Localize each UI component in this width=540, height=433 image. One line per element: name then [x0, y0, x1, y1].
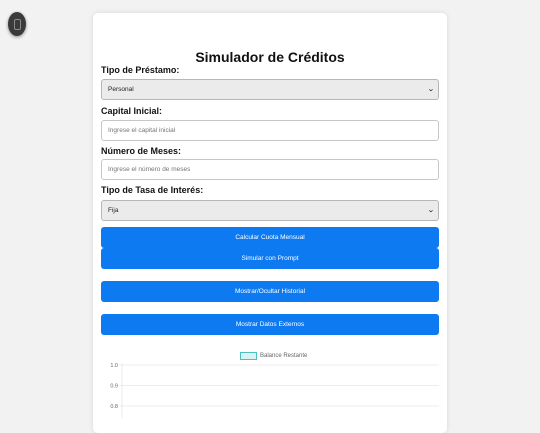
- rate-type-select[interactable]: Fija ⌄: [101, 200, 439, 221]
- mobile-icon: [13, 18, 21, 30]
- simulate-prompt-button[interactable]: Simular con Prompt: [101, 248, 439, 269]
- loan-type-label: Tipo de Préstamo:: [101, 65, 180, 75]
- toggle-history-button[interactable]: Mostrar/Ocultar Historial: [101, 281, 439, 302]
- capital-input[interactable]: Ingrese el capital inicial: [101, 120, 439, 141]
- capital-label: Capital Inicial:: [101, 106, 163, 116]
- months-input[interactable]: Ingrese el número de meses: [101, 159, 439, 180]
- page-title: Simulador de Créditos: [195, 49, 345, 65]
- chevron-down-icon: ⌄: [427, 207, 435, 214]
- months-label: Número de Meses:: [101, 146, 182, 156]
- external-data-button[interactable]: Mostrar Datos Externos: [101, 314, 439, 335]
- balance-chart: 1.00.90.8: [110, 363, 439, 418]
- loan-type-select[interactable]: Personal ⌄: [101, 79, 439, 100]
- rate-type-label: Tipo de Tasa de Interés:: [101, 185, 204, 195]
- chevron-down-icon: ⌄: [427, 86, 435, 93]
- y-tick-label: 1.0: [110, 363, 118, 369]
- simulator-card: Simulador de Créditos Tipo de Préstamo: …: [93, 13, 447, 433]
- loan-type-value: Personal: [108, 86, 134, 93]
- rate-type-value: Fija: [108, 207, 119, 214]
- floating-action-button[interactable]: [8, 12, 26, 36]
- y-tick-label: 0.9: [110, 384, 118, 390]
- calculate-button[interactable]: Calcular Cuota Mensual: [101, 227, 439, 248]
